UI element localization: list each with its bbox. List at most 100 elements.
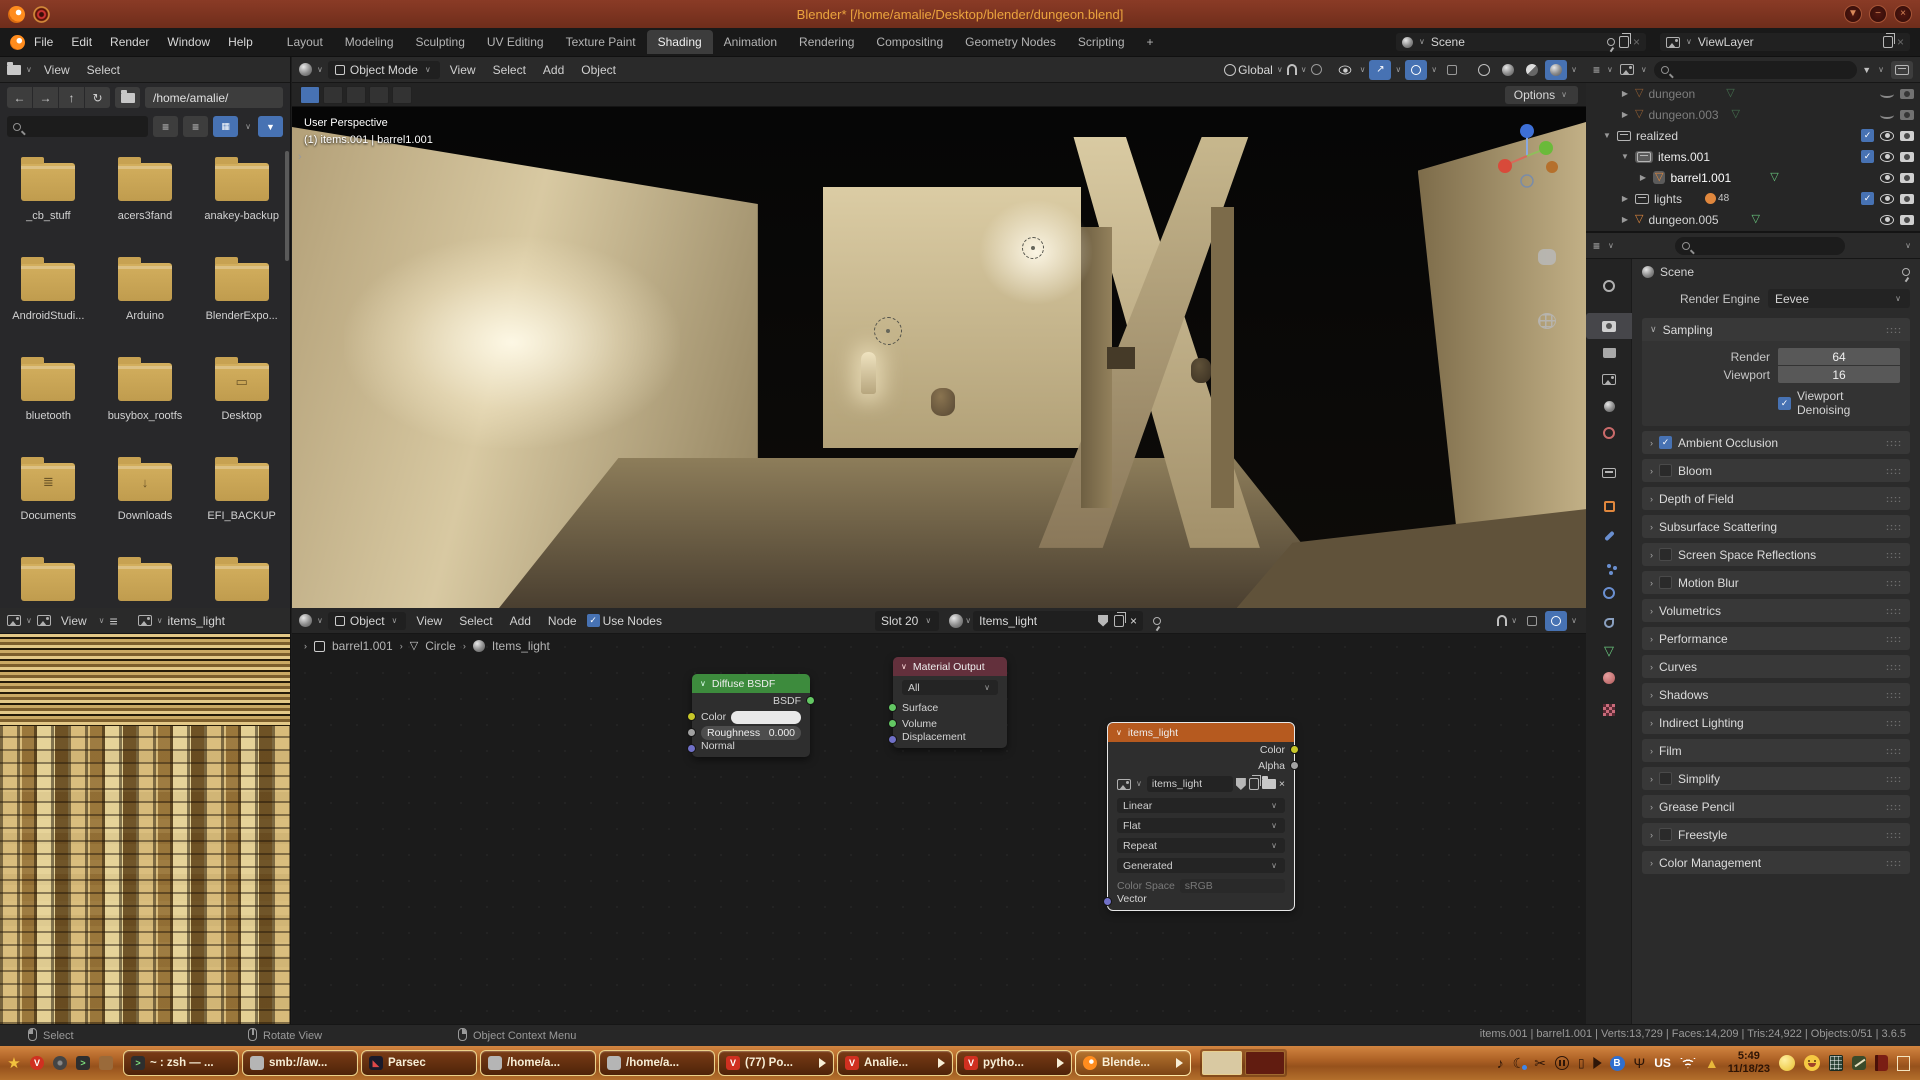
show-desktop-button[interactable] — [1897, 1056, 1910, 1071]
viewport-object-menu[interactable]: Object — [574, 60, 623, 80]
pin-context-icon[interactable] — [1902, 268, 1910, 276]
bluetooth-tray-icon[interactable]: B — [1610, 1056, 1625, 1071]
emoji-tray-icon[interactable] — [1804, 1055, 1820, 1071]
toggle-xray-button[interactable] — [1441, 60, 1463, 80]
shader-snap-icon[interactable] — [1497, 615, 1507, 626]
hide-icon[interactable] — [1880, 131, 1894, 141]
tab-tool[interactable] — [1586, 273, 1632, 299]
hide-icon[interactable] — [1880, 152, 1894, 162]
hide-icon[interactable] — [1880, 173, 1894, 183]
disable-render-icon[interactable] — [1900, 215, 1914, 225]
fake-user-icon[interactable] — [1098, 615, 1108, 627]
panel-color-management[interactable]: ›Color Management:::: — [1642, 851, 1910, 874]
socket-displacement-input[interactable] — [888, 735, 897, 744]
wifi-tray-icon[interactable] — [1680, 1058, 1696, 1069]
folder-item[interactable]: EFI_BACKUP — [193, 463, 290, 563]
interpolation-dropdown[interactable]: Linear∨ — [1117, 798, 1285, 813]
file-browser-editor-icon[interactable] — [7, 65, 21, 75]
outliner-search-input[interactable] — [1654, 61, 1857, 79]
display-thumbnails-button[interactable]: ▦ — [213, 116, 238, 137]
show-gizmo-button[interactable]: ↗ — [1369, 60, 1391, 80]
material-slot-selector[interactable]: Slot 20∨ — [875, 611, 939, 631]
menu-launcher-icon[interactable]: ★ — [4, 1053, 24, 1073]
panel-ambient-occlusion[interactable]: ›✓Ambient Occlusion:::: — [1642, 431, 1910, 454]
music-tray-icon[interactable]: ♪ — [1497, 1056, 1504, 1070]
shader-grid-icon[interactable] — [1521, 611, 1543, 631]
package-launcher-icon[interactable] — [96, 1053, 116, 1073]
snap-icon[interactable] — [1287, 64, 1297, 75]
taskbar-window-zsh[interactable]: >~ : zsh — ... — [123, 1050, 239, 1076]
new-scene-icon[interactable] — [1619, 36, 1629, 48]
color-space-field[interactable]: sRGB — [1180, 879, 1285, 893]
disable-render-icon[interactable] — [1900, 194, 1914, 204]
nav-refresh-button[interactable]: ↻ — [85, 87, 110, 108]
socket-color-output[interactable] — [1290, 745, 1299, 754]
node-diffuse-bsdf[interactable]: ∨Diffuse BSDF BSDF Color Roughness0.000 … — [692, 674, 810, 757]
unlink-image-icon[interactable]: × — [1279, 778, 1285, 790]
fake-user-icon[interactable] — [1236, 778, 1246, 790]
file-browser-scrollbar[interactable] — [285, 151, 289, 261]
nav-back-button[interactable]: ← — [7, 87, 32, 108]
socket-bsdf-output[interactable] — [806, 696, 815, 705]
copy-image-icon[interactable] — [1249, 778, 1259, 790]
menu-edit[interactable]: Edit — [62, 31, 101, 53]
nav-up-button[interactable]: ↑ — [59, 87, 84, 108]
render-samples-field[interactable]: 64 — [1778, 348, 1900, 365]
panel-film[interactable]: ›Film:::: — [1642, 739, 1910, 762]
folder-item[interactable] — [97, 563, 194, 602]
scene-barrel-object[interactable] — [931, 388, 955, 416]
shader-type-selector[interactable]: Object ∨ — [328, 612, 407, 630]
panel-motion-blur[interactable]: ›Motion Blur:::: — [1642, 571, 1910, 594]
scene-barrel-object[interactable] — [1191, 358, 1211, 383]
node-image-texture[interactable]: ∨items_light Color Alpha ∨ items_light ×… — [1108, 723, 1294, 910]
viewport-scene[interactable]: User Perspective (1) items.001 | barrel1… — [292, 107, 1586, 608]
move-view-icon[interactable] — [1538, 249, 1556, 265]
image-editor-icon[interactable] — [7, 615, 21, 626]
scene-statue-object[interactable] — [861, 352, 876, 394]
tab-object[interactable] — [1586, 493, 1632, 519]
show-overlays-button[interactable] — [1405, 60, 1427, 80]
new-folder-button[interactable] — [115, 87, 140, 108]
breadcrumb-material[interactable]: Items_light — [492, 639, 550, 653]
panel-checkbox[interactable] — [1659, 464, 1672, 477]
keyboard-layout-indicator[interactable]: US — [1654, 1056, 1671, 1070]
shader-add-menu[interactable]: Add — [503, 611, 538, 631]
image-menu-icon[interactable]: ≡ — [110, 613, 118, 629]
folder-item[interactable]: busybox_rootfs — [97, 363, 194, 463]
outliner-row-lights[interactable]: ▶ lights 48 ✓ — [1586, 188, 1920, 209]
dictionary-tray-icon[interactable] — [1875, 1055, 1888, 1071]
clock[interactable]: 5:49 11/18/23 — [1728, 1050, 1770, 1075]
socket-normal-input[interactable] — [687, 744, 696, 753]
tab-layout[interactable]: Layout — [276, 30, 334, 54]
pin-material-icon[interactable] — [1153, 617, 1161, 625]
minimize-button[interactable]: ▼ — [1844, 5, 1862, 23]
tab-modeling[interactable]: Modeling — [334, 30, 405, 54]
viewport-add-menu[interactable]: Add — [536, 60, 571, 80]
extension-dropdown[interactable]: Repeat∨ — [1117, 838, 1285, 853]
usb-tray-icon[interactable]: Ψ — [1634, 1056, 1646, 1070]
shader-node-menu[interactable]: Node — [541, 611, 584, 631]
tab-rendering[interactable]: Rendering — [788, 30, 865, 54]
tab-texture[interactable] — [1586, 697, 1632, 723]
tab-uv-editing[interactable]: UV Editing — [476, 30, 555, 54]
file-search-input[interactable] — [7, 116, 148, 137]
view-layer-selector[interactable]: ∨ ViewLayer × — [1660, 33, 1910, 51]
roughness-slider[interactable]: Roughness0.000 — [701, 726, 801, 740]
source-dropdown[interactable]: Generated∨ — [1117, 858, 1285, 873]
socket-roughness-input[interactable] — [687, 728, 696, 737]
mode-selector[interactable]: Object Mode ∨ — [328, 61, 440, 79]
outliner-row-dungeon-003[interactable]: ▶▽ dungeon.003 ▽ — [1586, 104, 1920, 125]
pause-tray-icon[interactable] — [1555, 1056, 1569, 1070]
display-vertical-list-button[interactable]: ≡ — [153, 116, 178, 137]
blender-menu-icon[interactable] — [10, 35, 25, 50]
panel-indirect-lighting[interactable]: ›Indirect Lighting:::: — [1642, 711, 1910, 734]
folder-item[interactable]: _cb_stuff — [0, 163, 97, 263]
tab-scene[interactable] — [1586, 393, 1632, 419]
viewport-samples-field[interactable]: 16 — [1778, 366, 1900, 383]
outliner-row-realized[interactable]: ▼ realized ✓ — [1586, 125, 1920, 146]
socket-color-input[interactable] — [687, 712, 696, 721]
orthographic-grid-icon[interactable] — [1538, 313, 1556, 329]
properties-editor-icon[interactable]: ≡ — [1593, 239, 1600, 253]
tab-particles[interactable] — [1586, 553, 1632, 579]
tab-view-layer[interactable] — [1586, 366, 1632, 392]
